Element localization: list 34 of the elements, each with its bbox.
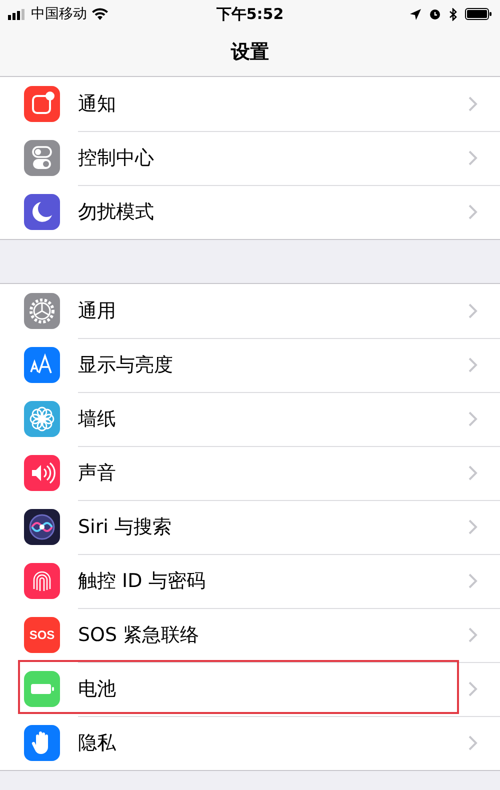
chevron-icon: [468, 735, 478, 751]
wifi-icon: [92, 8, 108, 20]
chevron-icon: [468, 204, 478, 220]
carrier-name: 中国移动: [31, 5, 87, 23]
battery-status-icon: [465, 8, 492, 20]
settings-item[interactable]: 电池: [78, 676, 468, 702]
bluetooth-icon: [449, 8, 457, 20]
settings-item[interactable]: 隐私: [78, 730, 468, 756]
settings-item[interactable]: 勿扰模式: [78, 199, 468, 225]
chevron-icon: [468, 96, 478, 112]
chevron-icon: [468, 302, 478, 318]
chevron-icon: [468, 464, 478, 480]
settings-item[interactable]: 控制中心: [78, 144, 468, 170]
chevron-icon: [468, 356, 478, 372]
settings-item[interactable]: 声音: [78, 460, 468, 486]
chevron-icon: [468, 410, 478, 426]
screen-title: 设置: [231, 40, 269, 65]
settings-item[interactable]: 显示与亮度: [78, 352, 468, 378]
alarm-clock-icon: [429, 8, 441, 20]
settings-item[interactable]: SOS 紧急联络: [78, 622, 468, 648]
settings-item[interactable]: 通用: [78, 298, 468, 324]
chevron-icon: [468, 572, 478, 588]
clock-time: 下午5:52: [216, 4, 284, 24]
chevron-icon: [468, 680, 478, 696]
settings-item[interactable]: 触控 ID 与密码: [78, 568, 468, 594]
settings-item[interactable]: 墙纸: [78, 406, 468, 432]
settings-item[interactable]: 通知: [78, 90, 468, 116]
location-arrow-icon: [410, 8, 421, 20]
chevron-icon: [468, 626, 478, 642]
chevron-icon: [468, 518, 478, 534]
chevron-icon: [468, 150, 478, 166]
sos-icon: SOS: [24, 617, 60, 653]
settings-item[interactable]: Siri 与搜索: [78, 514, 468, 540]
signal-icon: [8, 8, 26, 20]
